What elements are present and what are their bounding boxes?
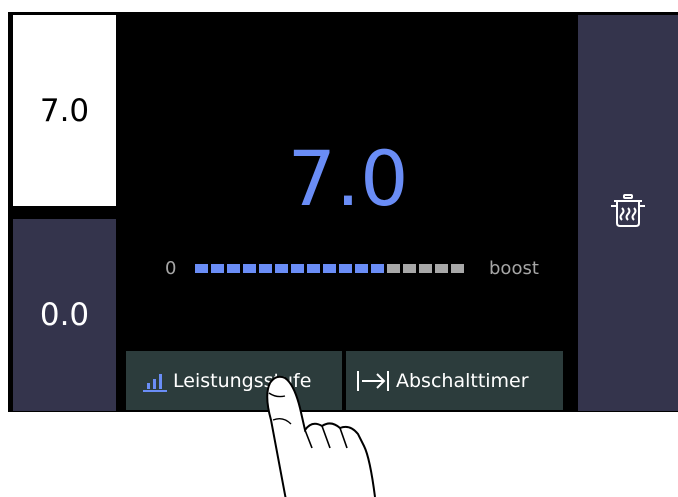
level-segment-active [307, 264, 320, 273]
scale-min-label: 0 [165, 258, 177, 279]
level-segment-inactive [435, 264, 448, 273]
pot-steam-icon [610, 194, 646, 232]
zone-front-left-value: 7.0 [39, 92, 90, 129]
zone-rear-left-value: 0.0 [39, 297, 90, 333]
level-segment-active [371, 264, 384, 273]
cooking-zone-right[interactable] [578, 15, 678, 411]
scale-max-label: boost [489, 258, 539, 279]
level-segment-active [291, 264, 304, 273]
level-segment-active [227, 264, 240, 273]
cooking-zone-rear-left[interactable]: 0.0 [13, 219, 116, 411]
tab-power-level-label: Leistungsstufe [173, 369, 312, 392]
cooking-zone-front-left[interactable]: 7.0 [13, 15, 116, 206]
power-level-bar[interactable] [195, 264, 467, 273]
level-segment-active [211, 264, 224, 273]
tab-shutoff-timer-label: Abschalttimer [396, 369, 529, 392]
power-level-value: 7.0 [287, 134, 409, 223]
level-segment-active [275, 264, 288, 273]
power-level-icon [143, 370, 167, 392]
level-segment-active [355, 264, 368, 273]
level-segment-inactive [419, 264, 432, 273]
level-segment-inactive [403, 264, 416, 273]
level-segment-active [259, 264, 272, 273]
level-segment-active [243, 264, 256, 273]
level-segment-inactive [451, 264, 464, 273]
cooktop-display: 7.0 0.0 7.0 0 boost Leistungsstufe Absch… [8, 12, 678, 412]
arrow-to-bar-icon [356, 369, 390, 393]
level-segment-active [195, 264, 208, 273]
level-segment-active [339, 264, 352, 273]
level-segment-active [323, 264, 336, 273]
level-segment-inactive [387, 264, 400, 273]
tab-shutoff-timer[interactable]: Abschalttimer [346, 351, 563, 410]
tab-power-level[interactable]: Leistungsstufe [126, 351, 342, 410]
